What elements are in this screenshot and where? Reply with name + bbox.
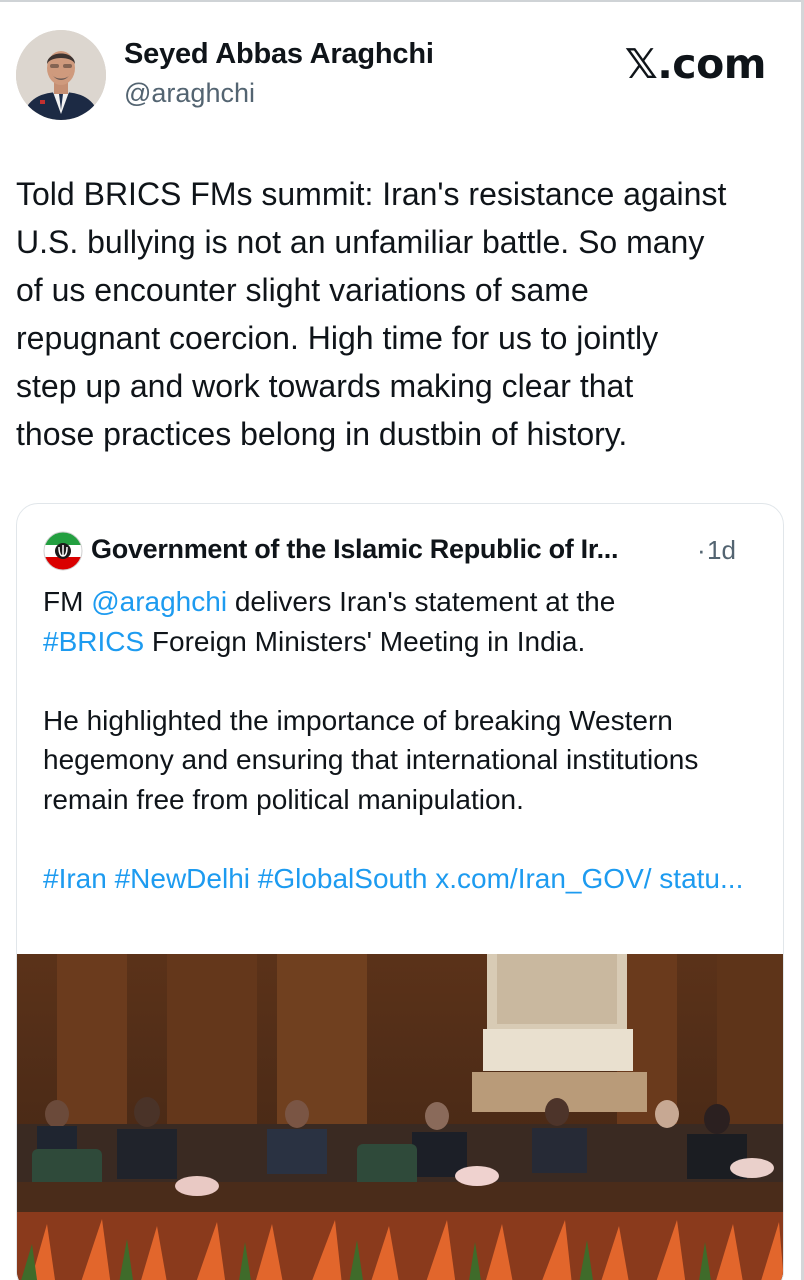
quoted-tweet-card[interactable]: Government of the Islamic Republic of Ir… xyxy=(16,503,784,1280)
meeting-photo xyxy=(17,954,783,1280)
author-avatar[interactable] xyxy=(16,30,106,120)
author-handle[interactable]: @araghchi xyxy=(124,78,255,109)
profile-photo xyxy=(16,30,106,120)
mention-link[interactable]: @araghchi xyxy=(91,586,227,617)
hashtags-links[interactable]: #Iran #NewDelhi #GlobalSouth x.com/Iran_… xyxy=(43,859,773,899)
author-name[interactable]: Seyed Abbas Araghchi xyxy=(124,38,434,71)
quoted-timestamp[interactable]: 1d xyxy=(707,535,736,566)
quoted-para-2: He highlighted the importance of breakin… xyxy=(43,704,699,815)
quoted-para-1: FM @araghchi delivers Iran's statement a… xyxy=(43,582,773,661)
text-suffix: delivers Iran's statement at the xyxy=(227,586,616,617)
separator-dot: · xyxy=(697,535,706,565)
text-suffix-2: Foreign Ministers' Meeting in India. xyxy=(144,625,586,657)
iran-emblem-icon xyxy=(43,531,83,571)
x-logo: 𝕏.com xyxy=(624,40,767,88)
top-frame-edge xyxy=(0,0,804,2)
text-prefix: FM xyxy=(43,586,92,617)
quoted-media-image[interactable] xyxy=(17,954,783,1280)
tweet-text: Told BRICS FMs summit: Iran's resistance… xyxy=(16,176,727,452)
quoted-tweet-text: FM @araghchi delivers Iran's statement a… xyxy=(43,582,773,898)
quoted-author-name[interactable]: Government of the Islamic Republic of Ir… xyxy=(91,534,619,565)
hashtag-brics[interactable]: #BRICS xyxy=(43,626,144,657)
